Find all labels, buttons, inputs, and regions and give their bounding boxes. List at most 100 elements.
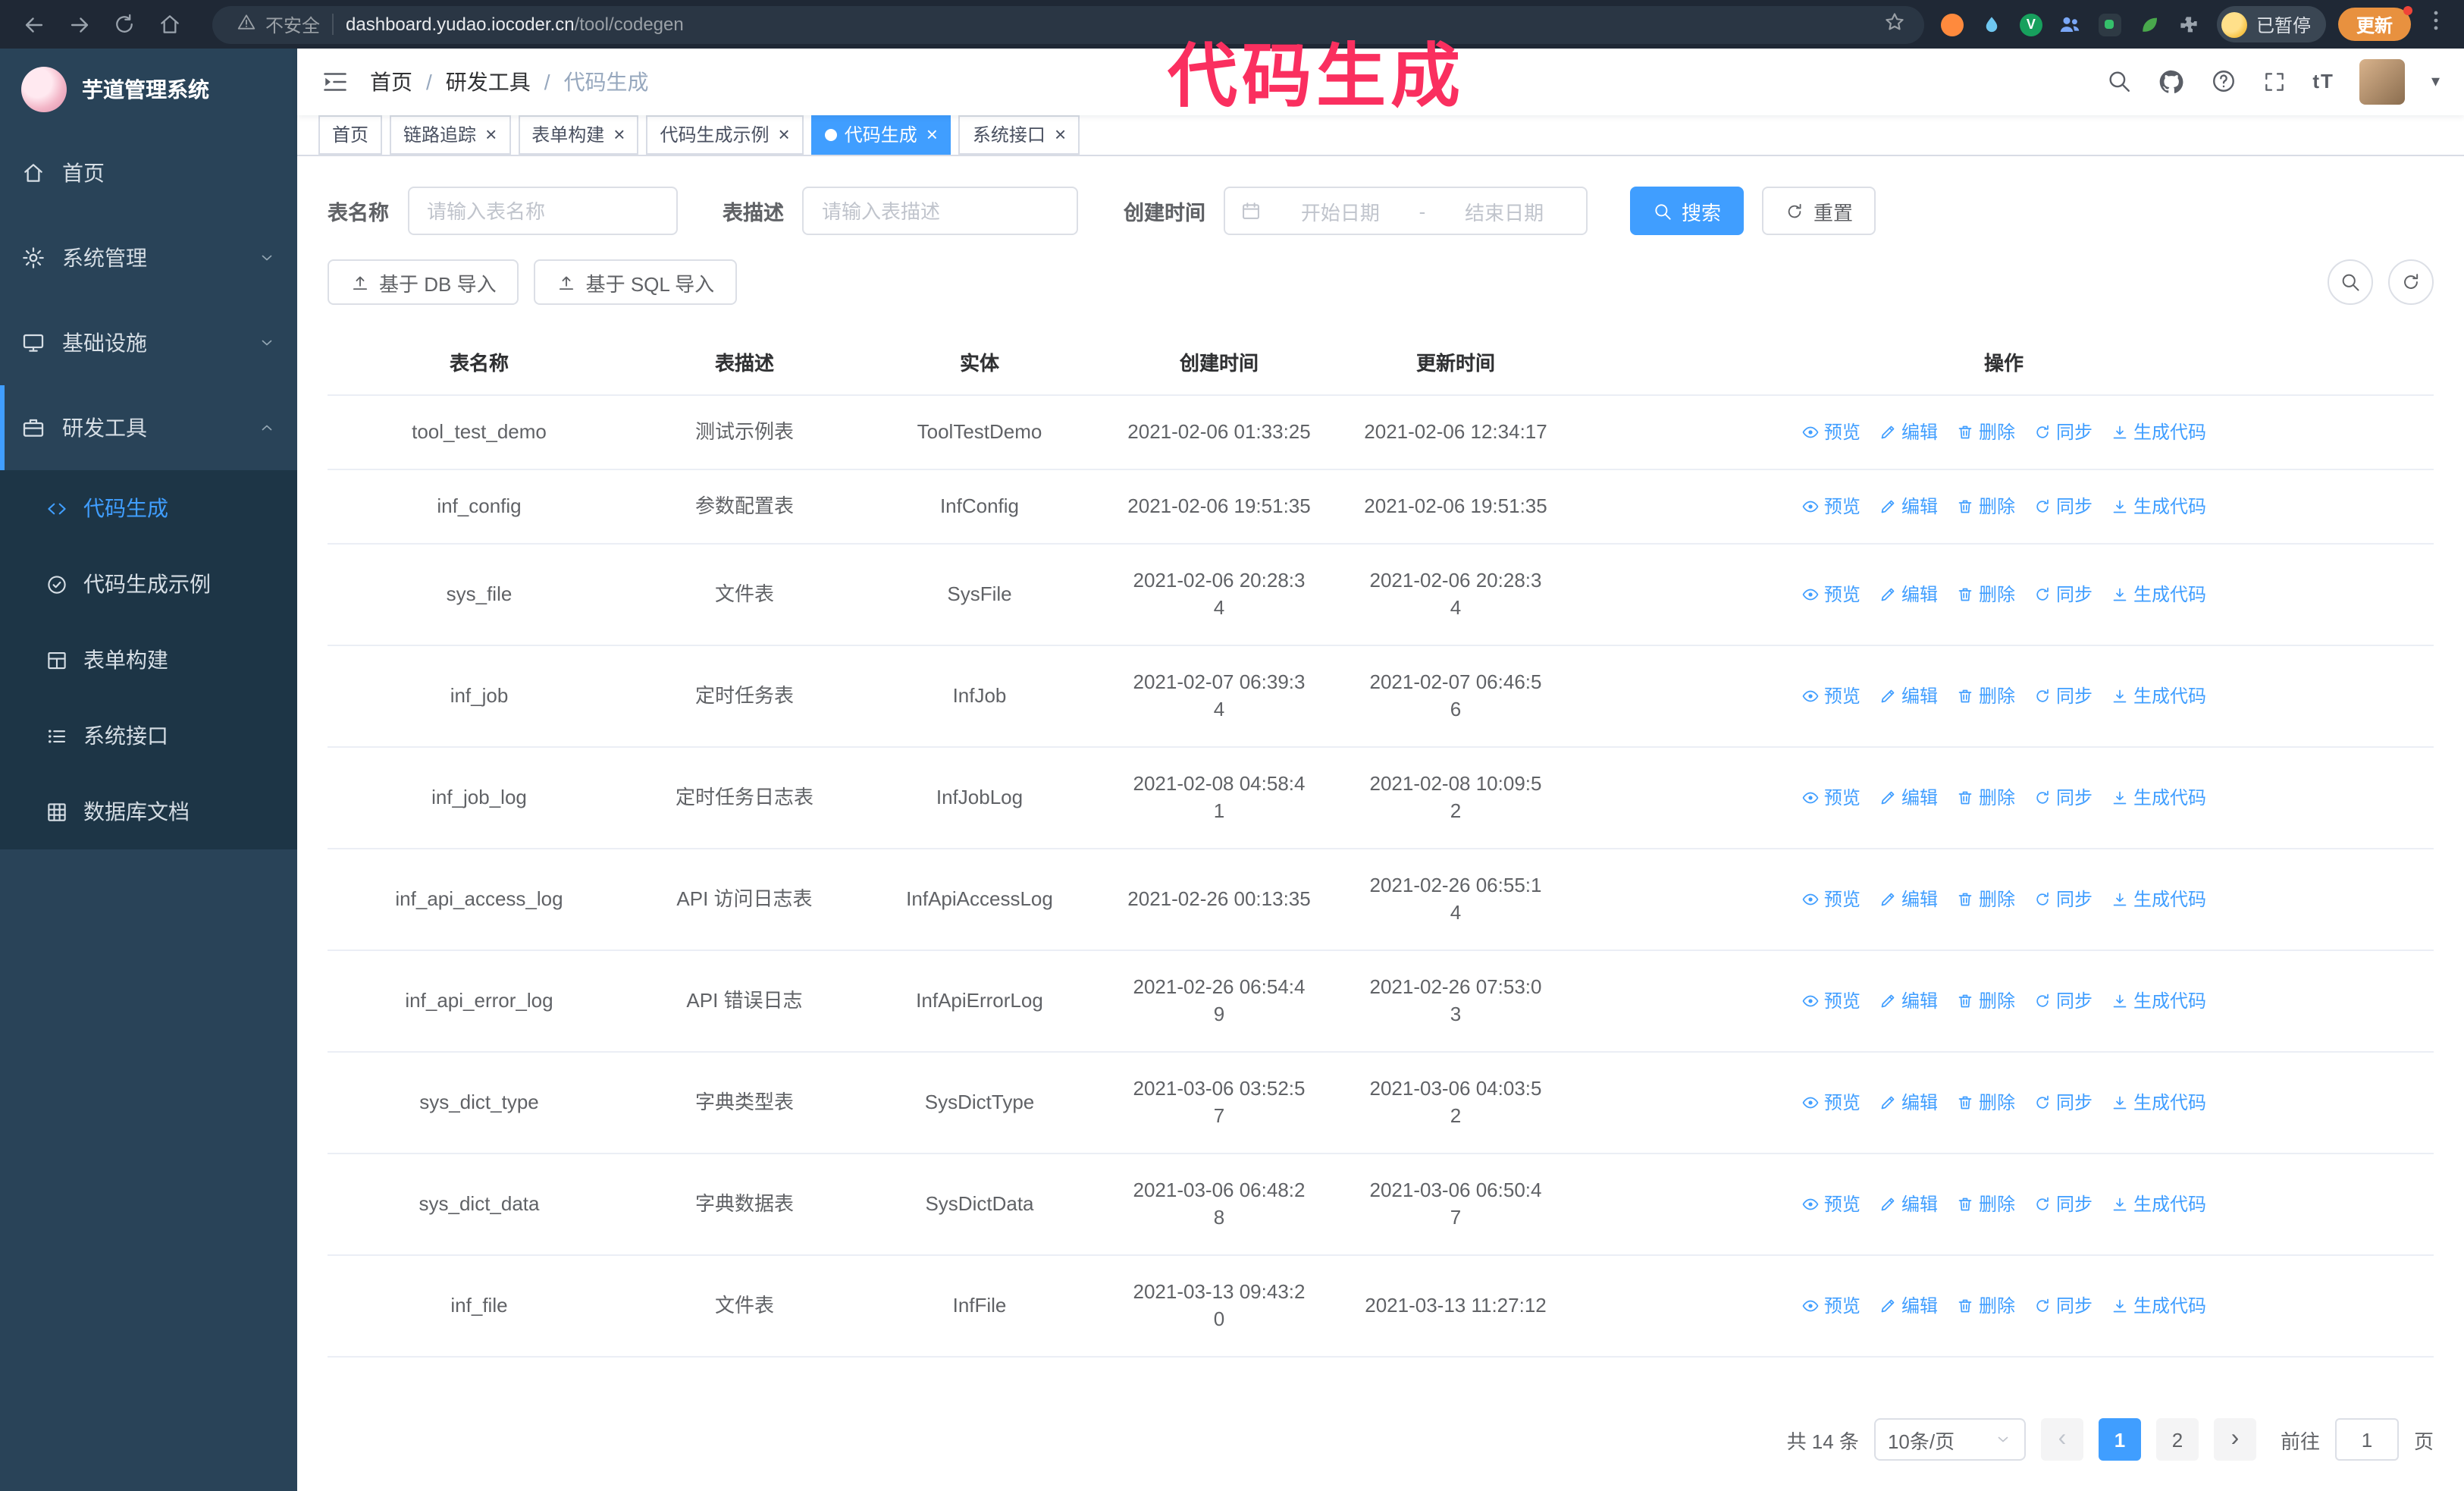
prev-page-button[interactable]: ‹ <box>2040 1418 2083 1461</box>
tab-item[interactable]: 系统接口 × <box>958 115 1080 155</box>
action-download[interactable]: 生成代码 <box>2111 1191 2206 1218</box>
action-trash[interactable]: 删除 <box>1956 581 2015 608</box>
action-edit[interactable]: 编辑 <box>1879 1292 1938 1320</box>
browser-forward-button[interactable] <box>61 6 97 42</box>
close-icon[interactable]: × <box>1055 125 1066 145</box>
close-icon[interactable]: × <box>779 125 790 145</box>
sidebar-item[interactable]: 系统管理 <box>0 215 297 300</box>
sidebar-toggle-button[interactable] <box>321 68 349 96</box>
search-button[interactable]: 搜索 <box>1630 187 1745 235</box>
page-size-select[interactable]: 10条/页 <box>1873 1418 2026 1461</box>
leaf-icon[interactable] <box>2136 11 2162 37</box>
action-edit[interactable]: 编辑 <box>1879 493 1938 520</box>
sidebar-subitem[interactable]: 代码生成示例 <box>0 546 297 622</box>
tab-item[interactable]: 首页 <box>318 115 383 155</box>
goto-page-input[interactable] <box>2334 1418 2399 1461</box>
action-eye[interactable]: 预览 <box>1801 419 1861 446</box>
browser-back-button[interactable] <box>15 6 52 42</box>
browser-menu-icon[interactable] <box>2423 8 2449 41</box>
refresh-table-button[interactable] <box>2388 259 2434 305</box>
page-button-1[interactable]: 1 <box>2098 1418 2141 1461</box>
close-icon[interactable]: × <box>485 125 497 145</box>
action-trash[interactable]: 删除 <box>1956 493 2015 520</box>
action-download[interactable]: 生成代码 <box>2111 1089 2206 1116</box>
sidebar-subitem[interactable]: 系统接口 <box>0 698 297 774</box>
action-sync[interactable]: 同步 <box>2033 1191 2093 1218</box>
people-icon[interactable] <box>2058 11 2083 37</box>
action-download[interactable]: 生成代码 <box>2111 784 2206 811</box>
breadcrumb-item[interactable]: 研发工具 <box>446 67 531 97</box>
action-sync[interactable]: 同步 <box>2033 419 2093 446</box>
action-sync[interactable]: 同步 <box>2033 886 2093 913</box>
sidebar-item[interactable]: 首页 <box>0 130 297 215</box>
action-sync[interactable]: 同步 <box>2033 1089 2093 1116</box>
import-sql-button[interactable]: 基于 SQL 导入 <box>534 259 738 305</box>
orange-circle-icon[interactable] <box>1939 11 1965 37</box>
reset-button[interactable]: 重置 <box>1762 187 1876 235</box>
action-sync[interactable]: 同步 <box>2033 581 2093 608</box>
green-v-icon[interactable]: V <box>2018 11 2044 37</box>
dark-card-icon[interactable] <box>2097 11 2123 37</box>
action-download[interactable]: 生成代码 <box>2111 419 2206 446</box>
action-sync[interactable]: 同步 <box>2033 987 2093 1015</box>
browser-reload-button[interactable] <box>106 6 143 42</box>
action-eye[interactable]: 预览 <box>1801 581 1861 608</box>
action-edit[interactable]: 编辑 <box>1879 1089 1938 1116</box>
update-button[interactable]: 更新 <box>2337 6 2412 41</box>
puzzle-icon[interactable] <box>2176 11 2202 37</box>
action-trash[interactable]: 删除 <box>1956 987 2015 1015</box>
table-name-input[interactable] <box>407 187 677 235</box>
action-trash[interactable]: 删除 <box>1956 683 2015 710</box>
action-eye[interactable]: 预览 <box>1801 683 1861 710</box>
action-sync[interactable]: 同步 <box>2033 493 2093 520</box>
sidebar-item[interactable]: 研发工具 <box>0 385 297 470</box>
action-trash[interactable]: 删除 <box>1956 1191 2015 1218</box>
close-icon[interactable]: × <box>926 125 938 145</box>
action-download[interactable]: 生成代码 <box>2111 493 2206 520</box>
sidebar-item[interactable]: 基础设施 <box>0 300 297 385</box>
sidebar-subitem[interactable]: 表单构建 <box>0 622 297 698</box>
sidebar-subitem[interactable]: 代码生成 <box>0 470 297 546</box>
action-download[interactable]: 生成代码 <box>2111 683 2206 710</box>
toggle-search-button[interactable] <box>2328 259 2373 305</box>
action-eye[interactable]: 预览 <box>1801 886 1861 913</box>
action-sync[interactable]: 同步 <box>2033 784 2093 811</box>
not-secure-warning-icon[interactable] <box>237 12 256 36</box>
breadcrumb-item[interactable]: 首页 <box>370 67 412 97</box>
tab-item[interactable]: 表单构建 × <box>518 115 639 155</box>
action-download[interactable]: 生成代码 <box>2111 1292 2206 1320</box>
app-logo[interactable]: 芋道管理系统 <box>0 49 297 130</box>
action-download[interactable]: 生成代码 <box>2111 581 2206 608</box>
action-edit[interactable]: 编辑 <box>1879 1191 1938 1218</box>
action-eye[interactable]: 预览 <box>1801 987 1861 1015</box>
action-trash[interactable]: 删除 <box>1956 419 2015 446</box>
action-edit[interactable]: 编辑 <box>1879 784 1938 811</box>
action-trash[interactable]: 删除 <box>1956 886 2015 913</box>
blue-drop-icon[interactable] <box>1979 11 2005 37</box>
action-eye[interactable]: 预览 <box>1801 1089 1861 1116</box>
bookmark-star-icon[interactable] <box>1883 11 1906 38</box>
action-edit[interactable]: 编辑 <box>1879 987 1938 1015</box>
page-button-2[interactable]: 2 <box>2155 1418 2199 1461</box>
action-sync[interactable]: 同步 <box>2033 683 2093 710</box>
action-eye[interactable]: 预览 <box>1801 1191 1861 1218</box>
user-avatar[interactable] <box>2359 58 2406 105</box>
address-bar[interactable]: 不安全 dashboard.yudao.iocoder.cn/tool/code… <box>212 5 1924 43</box>
tab-item[interactable]: 代码生成 × <box>810 115 951 155</box>
action-trash[interactable]: 删除 <box>1956 1089 2015 1116</box>
tab-item[interactable]: 代码生成示例 × <box>646 115 804 155</box>
action-edit[interactable]: 编辑 <box>1879 419 1938 446</box>
action-download[interactable]: 生成代码 <box>2111 987 2206 1015</box>
action-edit[interactable]: 编辑 <box>1879 683 1938 710</box>
action-trash[interactable]: 删除 <box>1956 784 2015 811</box>
date-range-picker[interactable]: 开始日期 - 结束日期 <box>1224 187 1588 235</box>
close-icon[interactable]: × <box>613 125 625 145</box>
action-eye[interactable]: 预览 <box>1801 493 1861 520</box>
github-icon[interactable] <box>2158 68 2185 96</box>
action-eye[interactable]: 预览 <box>1801 1292 1861 1320</box>
action-edit[interactable]: 编辑 <box>1879 581 1938 608</box>
profile-paused-badge[interactable]: 已暂停 <box>2216 6 2326 42</box>
action-download[interactable]: 生成代码 <box>2111 886 2206 913</box>
next-page-button[interactable]: › <box>2213 1418 2256 1461</box>
font-size-icon[interactable]: tT <box>2312 71 2334 93</box>
